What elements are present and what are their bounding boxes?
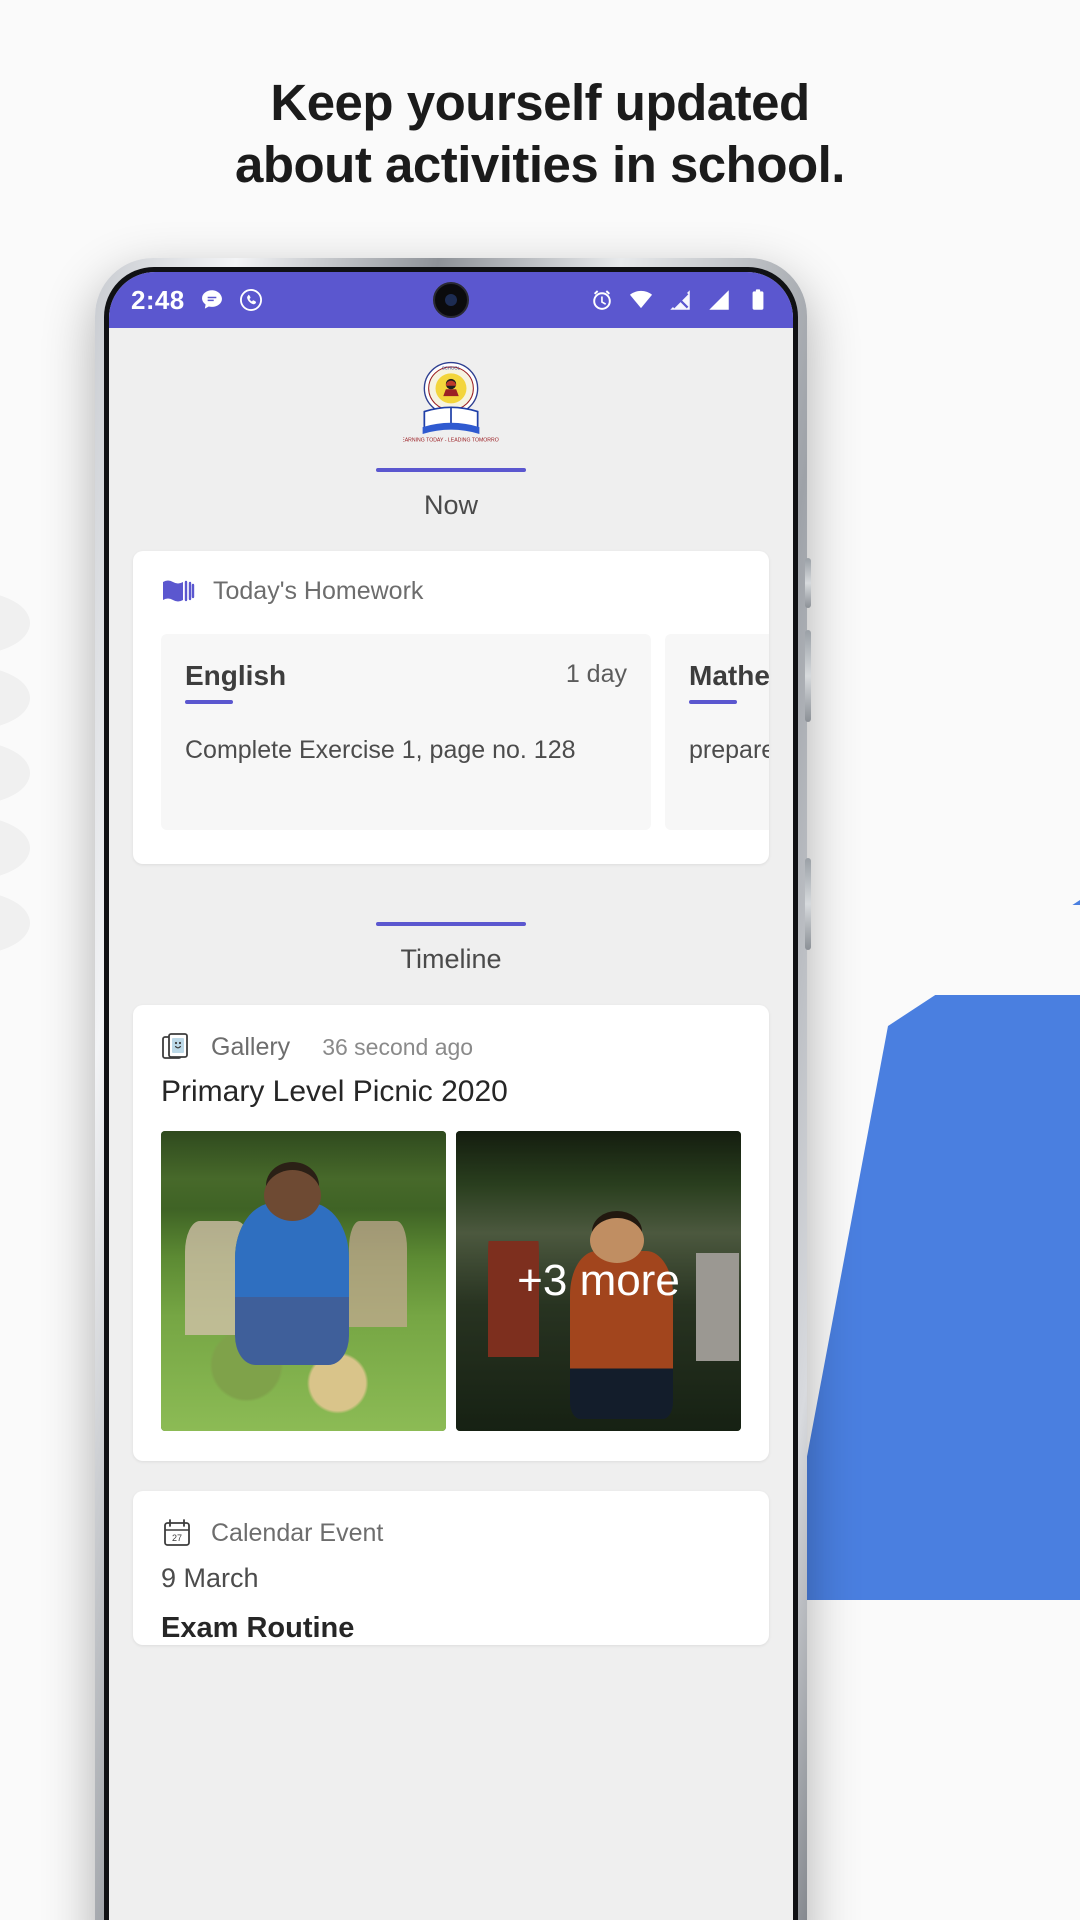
calendar-post-header: 27 Calendar Event [133,1491,769,1555]
school-logo-graphic: LEARNING TODAY - LEADING TOMORROW SCHOOL [398,361,504,444]
calendar-post-source: Calendar Event [211,1518,384,1547]
tab-now[interactable]: Now [109,468,793,521]
gallery-icon [162,1033,188,1059]
decorative-blue-shape-mask [850,905,1080,995]
phone-mockup-frame: 2:48 LEARNING TODAY - LEADING TOMORROW S… [95,258,811,1920]
calendar-event-date: 9 March [161,1563,259,1593]
headline-line-1: Keep yourself updated [270,74,810,131]
gallery-image[interactable]: +3 more [456,1131,741,1431]
homework-due: 1 day [565,660,627,688]
homework-item[interactable]: English 1 day Complete Exercise 1, page … [161,634,651,830]
status-bar: 2:48 [109,272,793,328]
homework-subject-underline [689,700,737,704]
homework-subject: Mathematic [689,660,769,691]
homework-subject: English [185,660,287,691]
homework-description: prepare for te [689,736,769,764]
calendar-event-name: Exam Routine [161,1612,355,1644]
decorative-ring [0,667,30,729]
homework-item-top: Mathematic [689,660,769,692]
tab-timeline-indicator [376,922,526,926]
homework-card-title: Today's Homework [213,577,424,605]
homework-list[interactable]: English 1 day Complete Exercise 1, page … [133,612,769,864]
gallery-post-title: Primary Level Picnic 2020 [161,1075,508,1108]
signal-off-icon [670,290,690,310]
phone-side-button[interactable] [805,558,811,608]
school-logo: LEARNING TODAY - LEADING TOMORROW SCHOOL [398,360,504,446]
svg-text:SCHOOL: SCHOOL [442,365,461,370]
gallery-image[interactable] [161,1131,446,1431]
signal-icon [709,290,729,310]
gallery-post-source: Gallery [211,1032,291,1061]
gallery-photo-children-running [161,1131,446,1431]
tab-now-indicator [376,468,526,472]
phone-screen: 2:48 LEARNING TODAY - LEADING TOMORROW S… [109,272,793,1920]
book-icon [163,580,195,601]
status-bar-system-icons [589,287,771,313]
status-bar-notification-icons [199,287,264,313]
tab-now-label: Now [423,490,478,520]
decorative-ring [0,892,30,954]
homework-item[interactable]: Mathematic prepare for te [665,634,769,830]
tab-timeline[interactable]: Timeline [109,922,793,975]
phone-volume-button[interactable] [805,630,811,722]
phone-call-icon [239,289,262,311]
gallery-image-grid: +3 more [133,1109,769,1461]
status-bar-clock: 2:48 [131,284,185,315]
message-icon [201,290,222,309]
todays-homework-card[interactable]: Today's Homework English 1 day Complete … [133,551,769,864]
calendar-icon: 27 [164,1519,190,1546]
decorative-ring [0,817,30,879]
homework-subject-underline [185,700,233,704]
promo-headline: Keep yourself updated about activities i… [0,72,1080,196]
phone-bezel: 2:48 LEARNING TODAY - LEADING TOMORROW S… [104,267,798,1920]
decorative-ring [0,742,30,804]
timeline-post-calendar[interactable]: 27 Calendar Event 9 March Exam Routine [133,1491,769,1645]
timeline-post-gallery[interactable]: Gallery 36 second ago Primary Level Picn… [133,1005,769,1461]
battery-icon [752,289,764,310]
decorative-rings [0,592,88,1012]
gallery-post-header: Gallery 36 second ago [133,1005,769,1069]
decorative-blue-shape [780,900,1080,1600]
wifi-icon [629,290,653,309]
homework-item-top: English 1 day [185,660,627,692]
app-header: LEARNING TODAY - LEADING TOMORROW SCHOOL [109,328,793,446]
headline-line-2: about activities in school. [235,136,845,193]
decorative-ring [0,592,30,654]
phone-power-button[interactable] [805,858,811,950]
svg-text:LEARNING TODAY - LEADING TOMOR: LEARNING TODAY - LEADING TOMORROW [403,438,499,444]
tab-timeline-label: Timeline [400,944,502,974]
gallery-more-overlay[interactable]: +3 more [456,1131,741,1431]
alarm-icon [593,290,611,310]
homework-description: Complete Exercise 1, page no. 128 [185,736,576,764]
front-camera-punch-hole [433,282,469,318]
gallery-post-time: 36 second ago [322,1033,474,1060]
svg-text:27: 27 [172,1533,182,1543]
homework-card-header: Today's Homework [133,551,769,612]
app-content: LEARNING TODAY - LEADING TOMORROW SCHOOL… [109,328,793,1920]
